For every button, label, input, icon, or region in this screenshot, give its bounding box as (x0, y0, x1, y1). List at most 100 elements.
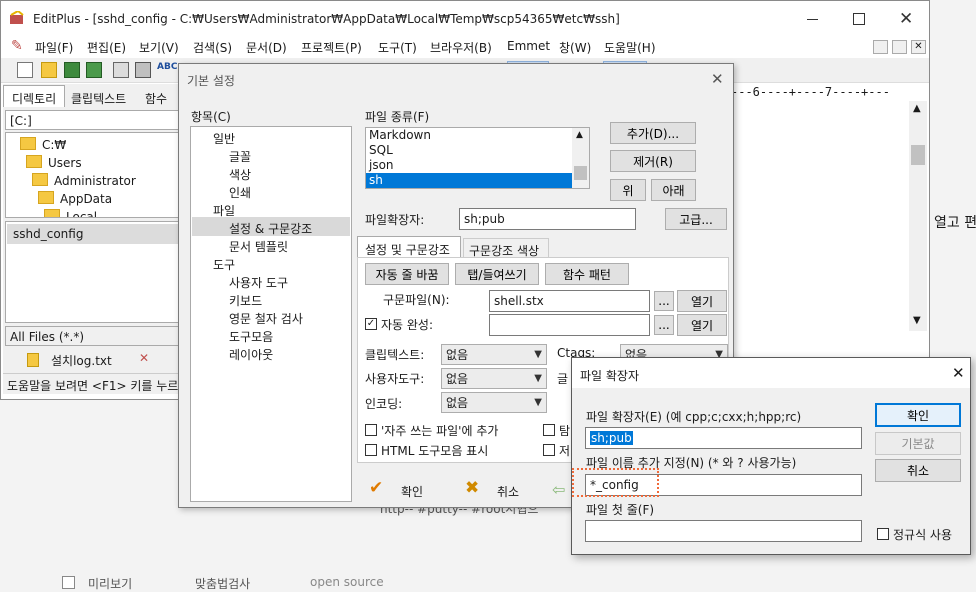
ext-ok-button[interactable]: 확인 (875, 403, 961, 427)
ok-button[interactable]: ✔ 확인 (367, 478, 439, 500)
new-file-icon[interactable] (17, 62, 33, 78)
highlight-box (572, 468, 659, 497)
autocomplete-browse-button[interactable]: ... (654, 315, 674, 335)
tree-item[interactable]: 문서 템플릿 (229, 238, 288, 255)
tab-syntax-colors[interactable]: 구문강조 색상 (463, 238, 549, 258)
ext-dialog-close-icon[interactable]: ✕ (952, 364, 965, 382)
menu-window[interactable]: 창(W) (559, 39, 591, 56)
tree-item[interactable]: 색상 (229, 166, 251, 183)
wordwrap-button[interactable]: 자동 줄 바꿈 (365, 263, 449, 285)
cliptext-label: 클립텍스트: (365, 348, 425, 362)
menu-tools[interactable]: 도구(T) (378, 39, 417, 56)
mdi-restore-icon[interactable] (892, 40, 907, 54)
filetype-scrollbar[interactable]: ▲ (572, 128, 589, 188)
list-item[interactable]: sshd_config (7, 224, 179, 244)
menu-document[interactable]: 문서(D) (246, 39, 287, 56)
scroll-thumb[interactable] (574, 166, 587, 180)
apply-icon[interactable]: ⇦ (552, 480, 565, 499)
first-line-field[interactable] (585, 520, 862, 542)
ext-cancel-button[interactable]: 취소 (875, 459, 961, 482)
syntax-open-button[interactable]: 열기 (677, 290, 727, 312)
menu-emmet[interactable]: Emmet (507, 39, 550, 53)
tree-item[interactable]: 일반 (213, 130, 235, 147)
syntax-file-field[interactable]: shell.stx (489, 290, 650, 312)
autocomplete-field[interactable] (489, 314, 650, 336)
editor-scrollbar[interactable]: ▲ ▼ (909, 101, 927, 331)
spellcheck-label[interactable]: 맞춤법검사 (195, 575, 250, 592)
spellcheck-icon[interactable]: ABC (157, 62, 177, 78)
tab-indent-button[interactable]: 탭/들여쓰기 (455, 263, 539, 285)
tab-cliptext[interactable]: 클립텍스트 (67, 87, 139, 107)
add-filetype-button[interactable]: 추가(D)... (610, 122, 696, 144)
save-all-icon[interactable] (86, 62, 102, 78)
tree-item[interactable]: Administrator (32, 173, 136, 188)
preview-checkbox[interactable] (62, 576, 75, 589)
menu-search[interactable]: 검색(S) (193, 39, 232, 56)
menu-help[interactable]: 도움말(H) (604, 39, 656, 56)
cancel-button[interactable]: ✖ 취소 (463, 478, 535, 500)
regex-checkbox[interactable] (877, 528, 889, 540)
autocomplete-open-button[interactable]: 열기 (677, 314, 727, 336)
tree-item[interactable]: 영문 철자 검사 (229, 310, 303, 327)
usertool-select[interactable]: 없음 ▼ (441, 368, 547, 389)
menu-edit[interactable]: 편집(E) (87, 39, 126, 56)
tab-functions[interactable]: 함수 (141, 87, 179, 107)
move-up-button[interactable]: 위 (610, 179, 646, 201)
tree-item[interactable]: Local (44, 209, 97, 217)
function-pattern-button[interactable]: 함수 패턴 (545, 263, 629, 285)
print-preview-icon[interactable] (113, 62, 129, 78)
save-icon[interactable] (64, 62, 80, 78)
syntax-browse-button[interactable]: ... (654, 291, 674, 311)
autocomplete-checkbox[interactable]: ✓ (365, 318, 377, 330)
minimize-icon[interactable] (807, 19, 818, 20)
tree-item[interactable]: AppData (38, 191, 112, 206)
ext-field[interactable]: sh;pub (459, 208, 636, 230)
move-down-button[interactable]: 아래 (651, 179, 696, 201)
save-option-checkbox[interactable] (543, 444, 555, 456)
menu-project[interactable]: 프로젝트(P) (301, 39, 362, 56)
list-item[interactable]: json (366, 158, 573, 173)
tab-option-checkbox[interactable] (543, 424, 555, 436)
tree-item[interactable]: 인쇄 (229, 184, 251, 201)
mdi-close-icon[interactable]: ✕ (911, 40, 926, 54)
tree-item[interactable]: Users (26, 155, 82, 170)
dialog-close-icon[interactable]: ✕ (711, 70, 724, 88)
open-folder-icon[interactable] (41, 62, 57, 78)
tree-item[interactable]: 도구 (213, 256, 235, 273)
menu-view[interactable]: 보기(V) (139, 39, 179, 56)
close-tab-icon[interactable]: ✕ (139, 351, 149, 365)
file-filter[interactable]: All Files (*.*) (5, 326, 181, 346)
encoding-label: 인코딩: (365, 397, 403, 411)
recent-files-checkbox[interactable] (365, 424, 377, 436)
scroll-up-icon[interactable]: ▲ (913, 103, 921, 114)
encoding-select[interactable]: 없음 ▼ (441, 392, 547, 413)
scroll-down-icon[interactable]: ▼ (913, 315, 921, 326)
print-icon[interactable] (135, 62, 151, 78)
tree-item[interactable]: 도구모음 (229, 328, 273, 345)
tree-item[interactable]: 키보드 (229, 292, 262, 309)
advanced-button[interactable]: 고급... (665, 208, 727, 230)
ext-default-button[interactable]: 기본값 (875, 432, 961, 455)
tab-directory[interactable]: 디렉토리 (3, 85, 65, 107)
tree-item[interactable]: C:₩ (20, 137, 66, 152)
drive-select[interactable]: [C:] (5, 110, 181, 130)
cliptext-select[interactable]: 없음 ▼ (441, 344, 547, 365)
menu-browser[interactable]: 브라우저(B) (430, 39, 492, 56)
list-item[interactable]: SQL (366, 143, 573, 158)
tab-settings-syntax[interactable]: 설정 및 구문강조 (357, 236, 461, 258)
menu-file[interactable]: 파일(F) (35, 39, 73, 56)
tree-item[interactable]: 글꼴 (229, 148, 251, 165)
mdi-minimize-icon[interactable] (873, 40, 888, 54)
tree-item[interactable]: 사용자 도구 (229, 274, 288, 291)
scroll-up-icon[interactable]: ▲ (576, 130, 583, 140)
maximize-icon[interactable] (853, 13, 865, 25)
list-item[interactable]: Markdown (366, 128, 573, 143)
html-toolbar-checkbox[interactable] (365, 444, 377, 456)
close-icon[interactable]: ✕ (899, 9, 913, 29)
ext-field[interactable]: sh;pub (585, 427, 862, 449)
document-tab[interactable]: 설치log.txt ✕ (27, 349, 153, 369)
list-item-selected[interactable]: sh (366, 173, 573, 188)
scroll-thumb[interactable] (911, 145, 925, 165)
remove-filetype-button[interactable]: 제거(R) (610, 150, 696, 172)
tree-item[interactable]: 레이아웃 (229, 346, 273, 363)
